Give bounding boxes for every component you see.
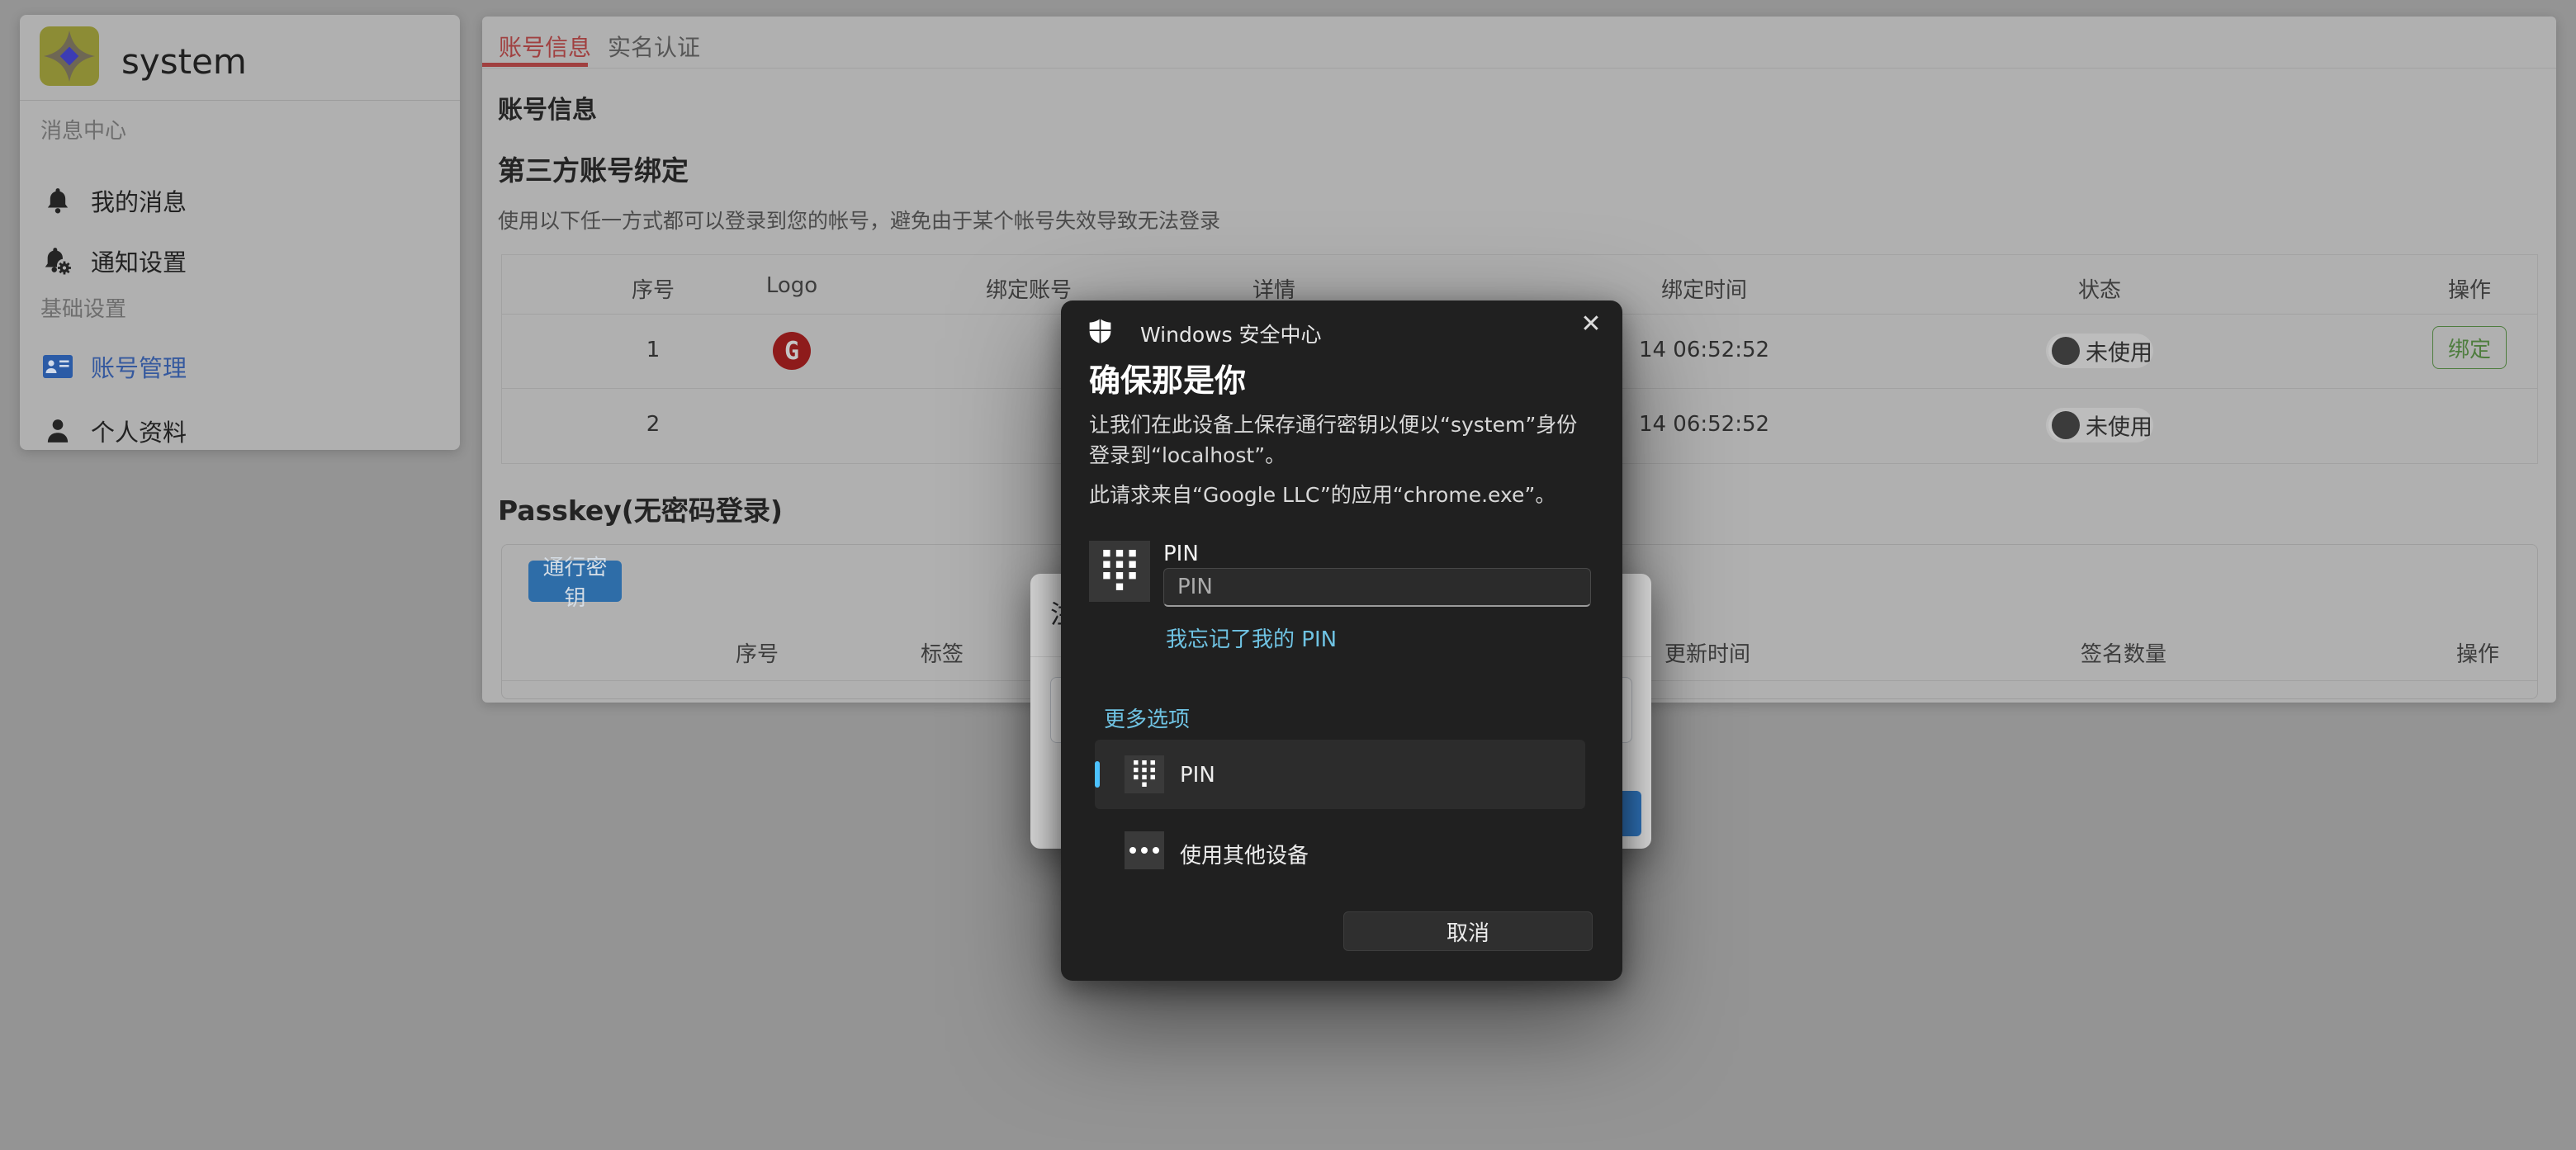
- tabs-divider: [482, 68, 2556, 69]
- passkey-button[interactable]: 通行密钥: [528, 555, 622, 610]
- col-header-action: 操作: [2447, 278, 2492, 303]
- col-header-bind-time: 绑定时间: [1660, 278, 1748, 303]
- pin-pad-icon: [1125, 755, 1164, 793]
- col-header-details: 详情: [1252, 278, 1296, 303]
- sidebar-item-profile[interactable]: 个人资料: [20, 408, 460, 454]
- pk-col-header-action: 操作: [2455, 642, 2500, 667]
- col-header-status: 状态: [2077, 278, 2122, 303]
- dialog-heading: 确保那是你: [1089, 362, 1247, 399]
- id-card-icon: [43, 352, 73, 381]
- pin-pad-icon: [1089, 541, 1150, 602]
- col-header-logo: Logo: [765, 273, 818, 298]
- sidebar-item-notification-settings[interactable]: 通知设置: [20, 238, 460, 284]
- sidebar-item-account-management[interactable]: 账号管理: [20, 343, 460, 390]
- dialog-body-line2: 此请求来自“Google LLC”的应用“chrome.exe”。: [1089, 483, 1556, 507]
- gitee-logo: G: [773, 332, 811, 370]
- selected-accent-bar: [1095, 761, 1100, 788]
- close-icon[interactable]: ✕: [1573, 305, 1609, 342]
- sidebar-item-label: 账号管理: [91, 354, 187, 382]
- pin-label: PIN: [1163, 542, 1199, 566]
- section-description: 使用以下任一方式都可以登录到您的帐号，避免由于某个帐号失效导致无法登录: [498, 209, 1221, 233]
- sidebar-section-messages: 消息中心: [40, 119, 127, 144]
- page-title: 账号信息: [498, 96, 597, 125]
- passkey-section-title: Passkey(无密码登录): [498, 495, 783, 527]
- app-logo: [40, 26, 99, 86]
- pk-col-header-label: 标签: [920, 642, 964, 667]
- bell-icon: [43, 186, 73, 215]
- option-pin[interactable]: PIN: [1095, 740, 1585, 809]
- more-options-link[interactable]: 更多选项: [1104, 703, 1190, 733]
- page-root: system 消息中心 我的消息 通知设置 基础设置 账号管理 个人资料 账号信…: [0, 0, 2576, 1150]
- cell-bind-time: 14 06:52:52: [1638, 412, 1770, 437]
- person-icon: [43, 416, 73, 446]
- windows-security-dialog: Windows 安全中心 ✕ 确保那是你 让我们在此设备上保存通行密钥以便以“s…: [1061, 301, 1622, 981]
- active-tab-underline: [482, 63, 588, 67]
- status-badge: 未使用: [2046, 408, 2153, 442]
- more-dots-icon: [1125, 831, 1164, 869]
- shield-icon: [1089, 319, 1111, 343]
- cell-bind-time: 14 06:52:52: [1638, 338, 1770, 362]
- pk-col-header-sign-count: 签名数量: [2080, 642, 2167, 667]
- status-knob: [2052, 337, 2080, 365]
- sidebar: system 消息中心 我的消息 通知设置 基础设置 账号管理 个人资料: [20, 15, 460, 450]
- sidebar-section-basic-settings: 基础设置: [40, 297, 127, 322]
- cell-index: 1: [646, 338, 661, 362]
- tab-account-info[interactable]: 账号信息: [499, 30, 591, 63]
- sidebar-divider: [20, 100, 460, 101]
- pin-input[interactable]: [1163, 568, 1591, 607]
- col-header-index: 序号: [631, 278, 675, 303]
- app-title: system: [121, 41, 247, 82]
- status-badge: 未使用: [2046, 334, 2153, 368]
- sidebar-item-my-messages[interactable]: 我的消息: [20, 177, 460, 224]
- sidebar-item-label: 我的消息: [91, 188, 187, 216]
- bind-button[interactable]: 绑定: [2432, 326, 2507, 369]
- sidebar-item-label: 个人资料: [91, 419, 187, 447]
- dialog-body-line1: 让我们在此设备上保存通行密钥以便以“system”身份登录到“localhost…: [1089, 413, 1578, 467]
- forgot-pin-link[interactable]: 我忘记了我的 PIN: [1166, 622, 1337, 653]
- sidebar-item-label: 通知设置: [91, 248, 187, 277]
- tab-realname-verification[interactable]: 实名认证: [608, 30, 700, 63]
- cell-index: 2: [646, 412, 661, 437]
- cancel-button[interactable]: 取消: [1343, 911, 1593, 951]
- col-header-account: 绑定账号: [985, 278, 1073, 303]
- pk-col-header-update-time: 更新时间: [1664, 642, 1751, 667]
- bell-gear-icon: [43, 246, 73, 276]
- option-other-device[interactable]: 使用其他设备: [1095, 808, 1585, 878]
- section-title: 第三方账号绑定: [498, 154, 689, 187]
- dialog-title: Windows 安全中心: [1140, 323, 1322, 347]
- pk-col-header-index: 序号: [735, 642, 779, 667]
- status-knob: [2052, 411, 2080, 439]
